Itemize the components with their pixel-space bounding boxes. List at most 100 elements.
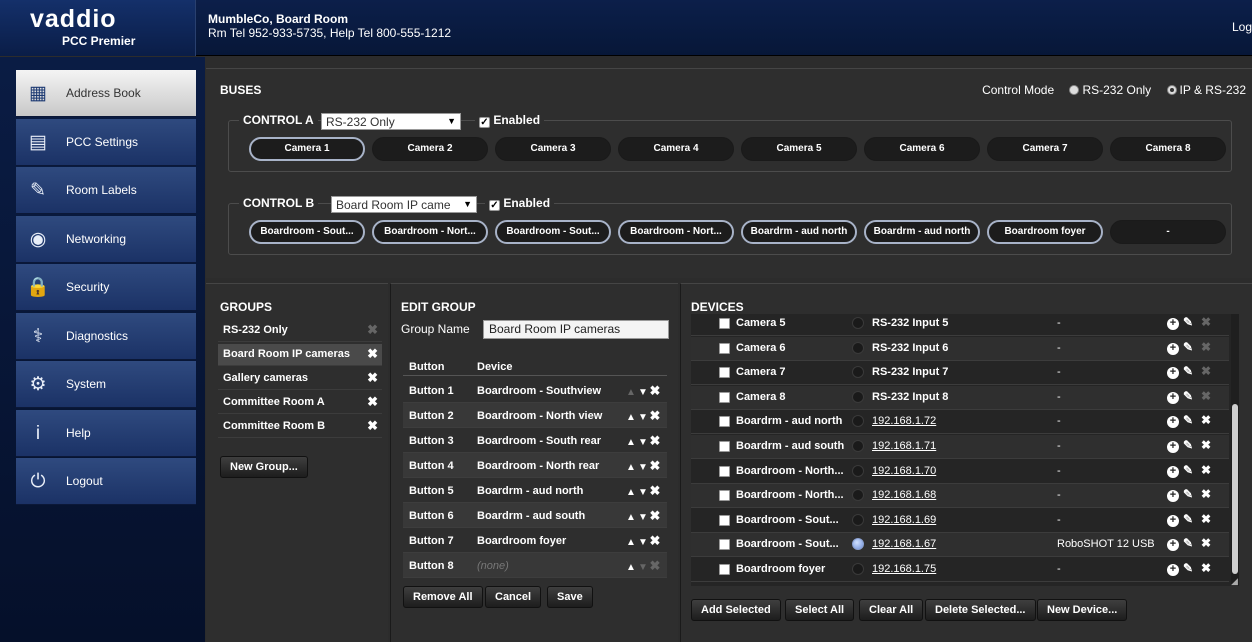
add-icon[interactable]: +	[1167, 441, 1179, 453]
device-checkbox[interactable]	[719, 318, 730, 329]
edit-icon[interactable]: ✎	[1179, 561, 1197, 575]
edit-icon[interactable]: ✎	[1179, 389, 1197, 403]
edit-icon[interactable]: ✎	[1179, 536, 1197, 550]
remove-icon[interactable]: ✖	[649, 383, 661, 399]
device-checkbox[interactable]	[719, 391, 730, 403]
move-up-icon[interactable]: ▲	[625, 537, 637, 548]
control-a-group-select[interactable]: RS-232 Only ▼	[321, 113, 461, 130]
control-b-button-1[interactable]: Boardroom - Sout...	[249, 220, 365, 244]
device-checkbox[interactable]	[719, 514, 730, 526]
cancel-button[interactable]: Cancel	[485, 586, 542, 608]
delete-icon[interactable]: ✖	[1197, 438, 1215, 452]
control-b-button-2[interactable]: Boardroom - Nort...	[372, 220, 488, 244]
move-up-icon[interactable]: ▲	[625, 512, 637, 523]
move-up-icon[interactable]: ▲	[625, 562, 637, 573]
control-b-button-4[interactable]: Boardroom - Nort...	[618, 220, 734, 244]
move-up-icon[interactable]: ▲	[625, 412, 637, 423]
control-a-button-7[interactable]: Camera 7	[987, 137, 1103, 161]
device-checkbox[interactable]	[719, 342, 730, 354]
control-a-button-8[interactable]: Camera 8	[1110, 137, 1226, 161]
add-icon[interactable]: +	[1167, 539, 1179, 552]
add-icon[interactable]: +	[1167, 391, 1179, 404]
group-item[interactable]: RS-232 Only ✖	[218, 320, 382, 342]
delete-icon[interactable]: ✖	[1197, 512, 1215, 526]
device-address-link[interactable]: 192.168.1.71	[872, 440, 936, 452]
group-item[interactable]: Board Room IP cameras ✖	[218, 344, 382, 366]
edit-icon[interactable]: ✎	[1179, 438, 1197, 452]
sidebar-item-security[interactable]: 🔒 Security	[16, 264, 196, 311]
sidebar-item-system[interactable]: ⚙ System	[16, 361, 196, 408]
move-down-icon[interactable]: ▼	[637, 412, 649, 423]
sidebar-item-diagnostics[interactable]: ⚕ Diagnostics	[16, 312, 196, 360]
rs232-only-radio[interactable]	[1069, 85, 1080, 95]
sidebar-item-pcc-settings[interactable]: ▤ PCC Settings	[16, 118, 196, 166]
add-icon[interactable]: +	[1167, 514, 1179, 527]
ip-rs232-radio[interactable]	[1166, 85, 1177, 95]
group-name-input[interactable]: Board Room IP cameras	[483, 320, 669, 339]
control-a-button-6[interactable]: Camera 6	[864, 137, 980, 161]
delete-icon[interactable]: ✖	[1197, 536, 1215, 550]
group-item[interactable]: Committee Room A ✖	[218, 392, 382, 414]
remove-icon[interactable]: ✖	[649, 483, 661, 499]
edit-icon[interactable]: ✎	[1179, 364, 1197, 378]
device-checkbox[interactable]	[719, 564, 730, 575]
remove-all-button[interactable]: Remove All	[403, 586, 483, 608]
control-b-button-8[interactable]: -	[1110, 220, 1226, 244]
sidebar-item-address-book[interactable]: ▦ Address Book	[16, 70, 196, 117]
control-b-enabled-checkbox[interactable]: ✓ Enabled	[485, 196, 555, 211]
control-a-enabled-checkbox[interactable]: ✓ Enabled	[475, 113, 545, 128]
move-down-icon[interactable]: ▼	[637, 462, 649, 473]
control-b-button-5[interactable]: Boardrm - aud north	[741, 220, 857, 244]
delete-icon[interactable]: ✖	[367, 344, 378, 364]
add-icon[interactable]: +	[1167, 342, 1179, 355]
control-b-button-7[interactable]: Boardroom foyer	[987, 220, 1103, 244]
remove-icon[interactable]: ✖	[649, 433, 661, 449]
add-icon[interactable]: +	[1167, 564, 1179, 576]
scrollbar-thumb[interactable]	[1232, 404, 1238, 574]
move-down-icon[interactable]: ▼	[637, 537, 649, 548]
add-icon[interactable]: +	[1167, 490, 1179, 503]
delete-icon[interactable]: ✖	[367, 392, 378, 412]
add-icon[interactable]: +	[1167, 465, 1179, 478]
move-down-icon[interactable]: ▼	[637, 437, 649, 448]
control-a-button-3[interactable]: Camera 3	[495, 137, 611, 161]
remove-icon[interactable]: ✖	[649, 458, 661, 474]
device-address-link[interactable]: 192.168.1.75	[872, 563, 936, 575]
remove-icon[interactable]: ✖	[649, 533, 661, 549]
device-address-link[interactable]: 192.168.1.72	[872, 415, 936, 427]
move-up-icon[interactable]: ▲	[625, 437, 637, 448]
delete-icon[interactable]: ✖	[1197, 487, 1215, 501]
control-b-group-select[interactable]: Board Room IP came ▼	[331, 196, 477, 213]
resize-grip-icon[interactable]: ◢	[1231, 576, 1239, 586]
move-down-icon[interactable]: ▼	[637, 487, 649, 498]
delete-selected-button[interactable]: Delete Selected...	[925, 599, 1036, 621]
device-address-link[interactable]: 192.168.1.67	[872, 538, 936, 550]
devices-scrollbar[interactable]	[1231, 314, 1239, 586]
add-icon[interactable]: +	[1167, 416, 1179, 429]
device-address-link[interactable]: 192.168.1.70	[872, 465, 936, 477]
device-checkbox[interactable]	[719, 539, 730, 551]
control-b-button-3[interactable]: Boardroom - Sout...	[495, 220, 611, 244]
move-down-icon[interactable]: ▼	[637, 512, 649, 523]
edit-icon[interactable]: ✎	[1179, 463, 1197, 477]
save-button[interactable]: Save	[547, 586, 593, 608]
device-checkbox[interactable]	[719, 367, 730, 379]
delete-icon[interactable]: ✖	[1197, 463, 1215, 477]
sidebar-item-help[interactable]: i Help	[16, 409, 196, 457]
add-icon[interactable]: +	[1167, 367, 1179, 380]
group-item[interactable]: Committee Room B ✖	[218, 416, 382, 438]
edit-icon[interactable]: ✎	[1179, 340, 1197, 354]
delete-icon[interactable]: ✖	[1197, 561, 1215, 575]
sidebar-item-room-labels[interactable]: ✎ Room Labels	[16, 167, 196, 214]
device-checkbox[interactable]	[719, 490, 730, 502]
sidebar-item-logout[interactable]: ⏻ Logout	[16, 458, 196, 505]
control-a-button-2[interactable]: Camera 2	[372, 137, 488, 161]
group-item[interactable]: Gallery cameras ✖	[218, 368, 382, 390]
clear-all-button[interactable]: Clear All	[859, 599, 924, 621]
add-selected-button[interactable]: Add Selected	[691, 599, 781, 621]
edit-icon[interactable]: ✎	[1179, 512, 1197, 526]
device-checkbox[interactable]	[719, 416, 730, 428]
delete-icon[interactable]: ✖	[367, 416, 378, 436]
delete-icon[interactable]: ✖	[1197, 413, 1215, 427]
sidebar-item-networking[interactable]: ◉ Networking	[16, 215, 196, 263]
